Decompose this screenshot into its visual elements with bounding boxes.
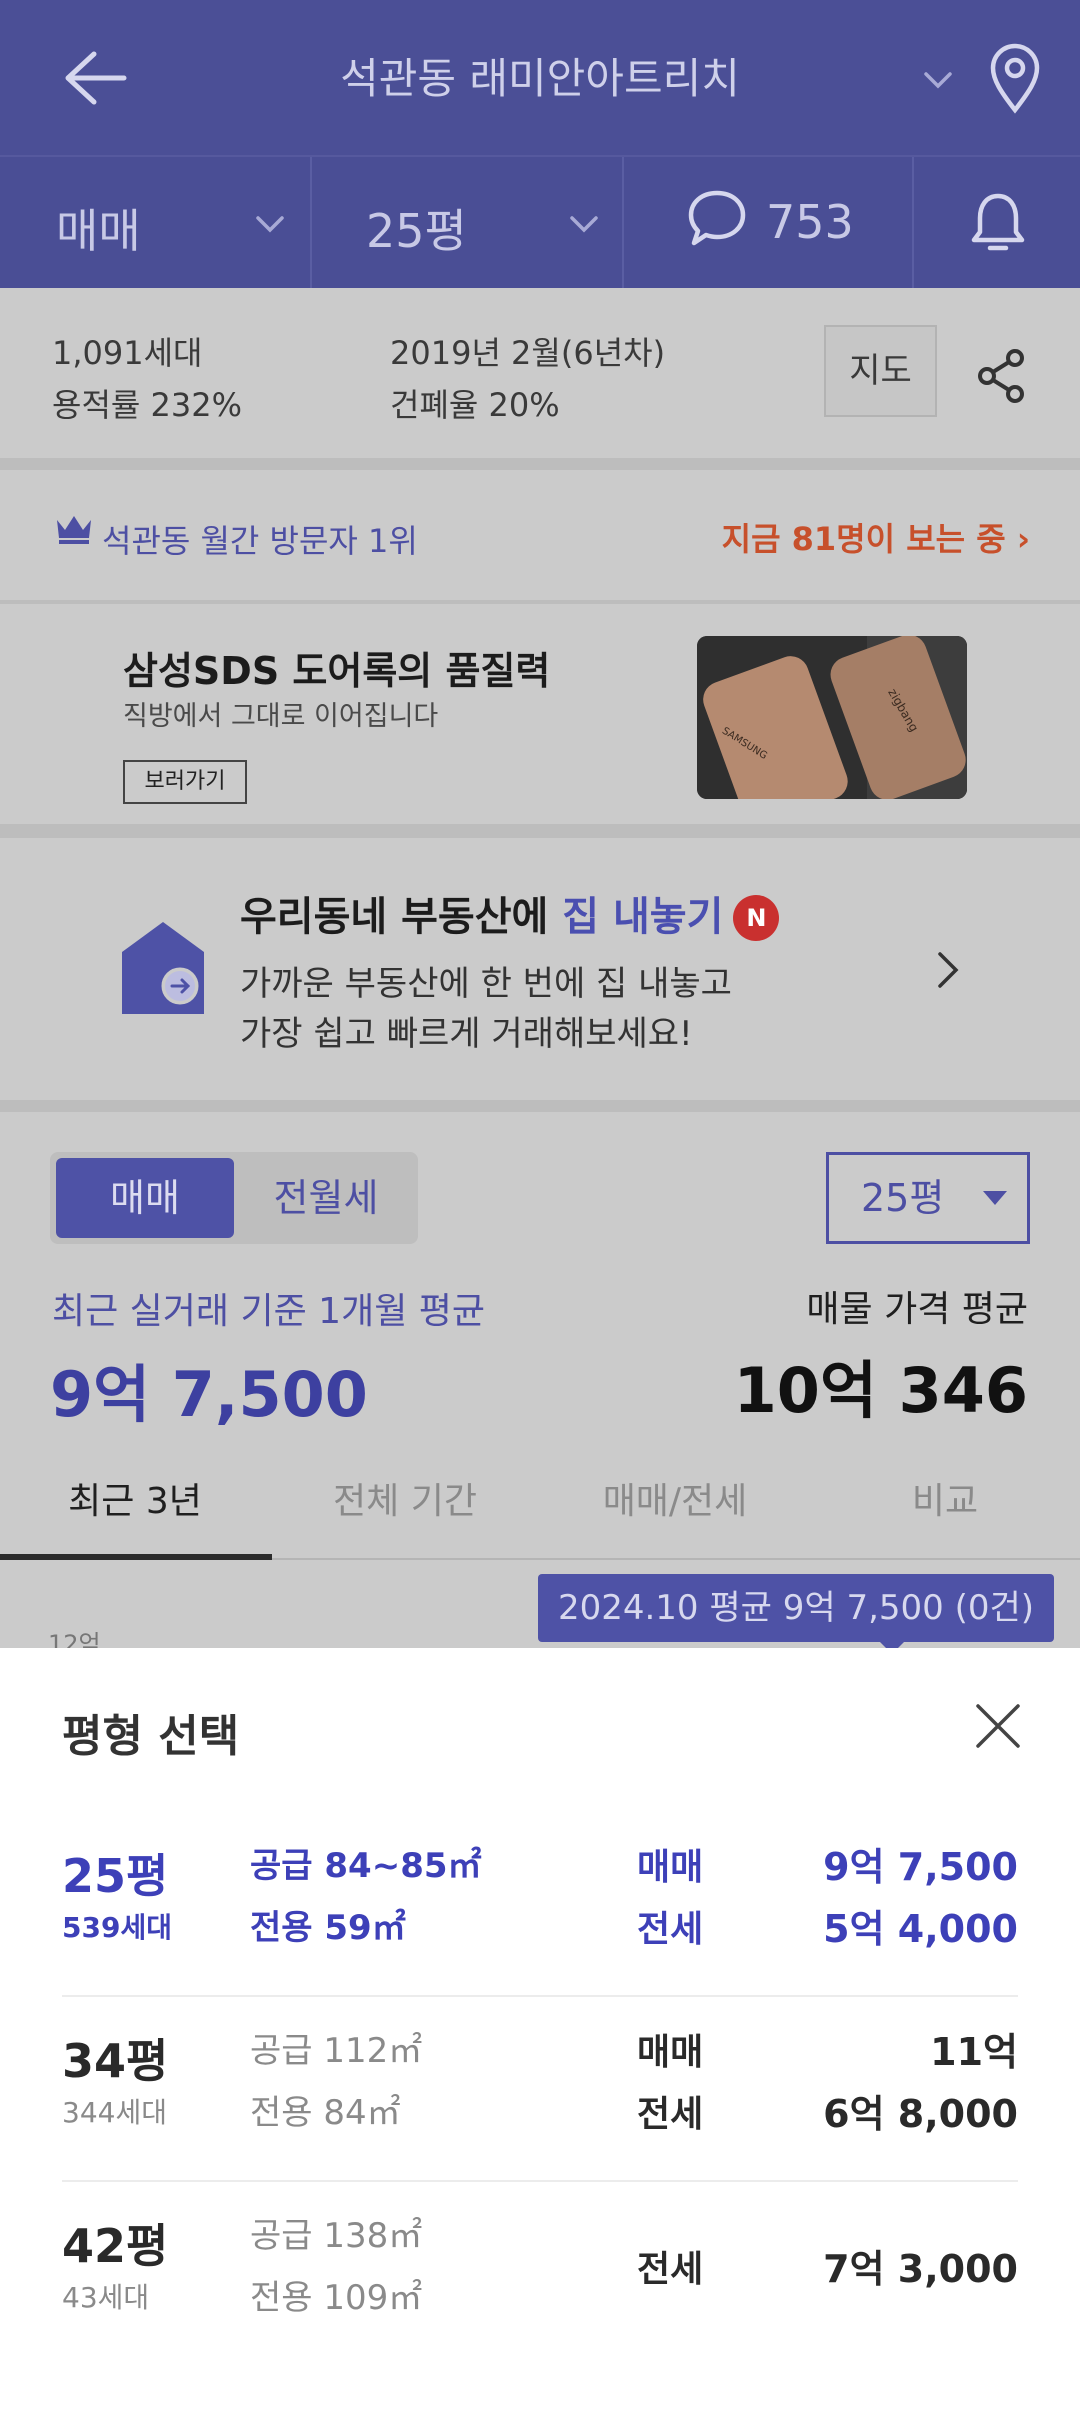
household-count: 539세대	[62, 1911, 172, 1944]
household-count: 344세대	[62, 2096, 167, 2129]
exclusive-area: 전용 84㎡	[250, 2093, 401, 2133]
comment-count: 753	[766, 195, 854, 249]
deal-type-label: 전세	[637, 2094, 704, 2135]
recent-avg-value: 9억 7,500	[50, 1358, 368, 1431]
divider	[0, 458, 1080, 470]
divider	[0, 1100, 1080, 1112]
exclusive-area: 전용 59㎡	[250, 1908, 406, 1948]
size-select-sheet: 평형 선택 25평 539세대 공급 84~85㎡ 전용 59㎡ 매매 전세 9…	[0, 1648, 1080, 2418]
location-pin-icon[interactable]	[985, 40, 1045, 115]
house-upload-icon	[122, 922, 204, 1014]
chart-tooltip: 2024.10 평균 9억 7,500 (0건)	[538, 1574, 1054, 1642]
share-icon[interactable]	[977, 348, 1027, 404]
deal-type-label: 매매	[637, 1847, 704, 1888]
household-count: 43세대	[62, 2281, 150, 2314]
promo-line-2: 가장 쉽고 빠르게 거래해보세요!	[240, 1014, 693, 1054]
live-viewers-text: 지금 81명이 보는 중	[721, 520, 1006, 558]
listing-avg-value: 10억 346	[733, 1354, 1028, 1427]
top-app-bar: 석관동 래미안아트리치	[0, 0, 1080, 155]
new-badge: N	[733, 895, 780, 941]
supply-area: 공급 112㎡	[250, 2031, 423, 2071]
chevron-down-icon	[570, 216, 598, 233]
size-option-42[interactable]: 42평 43세대 공급 138㎡ 전용 109㎡ 전세 7억 3,000	[62, 2182, 1018, 2367]
toggle-sale[interactable]: 매매	[56, 1158, 234, 1238]
map-button[interactable]: 지도	[824, 325, 937, 417]
exclusive-area: 전용 109㎡	[250, 2278, 423, 2318]
caret-down-icon	[983, 1191, 1007, 1205]
visitor-rank-text: 석관동 월간 방문자 1위	[102, 522, 418, 560]
price-section: 매매 전월세 25평 최근 실거래 기준 1개월 평균 9억 7,500 매물 …	[0, 1112, 1080, 1658]
pyeong-label: 25평	[62, 1849, 169, 1903]
supply-area: 공급 84~85㎡	[250, 1846, 482, 1886]
size-filter[interactable]: 25평	[312, 157, 624, 288]
completion-text: 2019년 2월(6년차)	[390, 334, 666, 372]
size-option-34[interactable]: 34평 344세대 공급 112㎡ 전용 84㎡ 매매 전세 11억 6억 8,…	[62, 1997, 1018, 2182]
size-dropdown-value: 25평	[861, 1176, 945, 1220]
ad-headline: 삼성SDS 도어록의 품질력	[123, 649, 551, 693]
active-tab-indicator	[0, 1554, 272, 1560]
listing-avg-label: 매물 가격 평균	[806, 1289, 1028, 1330]
promo-headline: 우리동네 부동산에 집 내놓기 N	[240, 884, 780, 942]
ad-view-button[interactable]: 보러가기	[123, 760, 247, 804]
size-option-25[interactable]: 25평 539세대 공급 84~85㎡ 전용 59㎡ 매매 전세 9억 7,50…	[62, 1812, 1018, 1997]
deal-type-label: 매매	[56, 204, 141, 258]
bell-icon[interactable]	[968, 190, 1028, 258]
pyeong-label: 42평	[62, 2219, 169, 2273]
households-text: 1,091세대	[52, 334, 203, 372]
chevron-right-icon: ›	[1016, 520, 1030, 558]
deal-toggle: 매매 전월세	[50, 1152, 418, 1244]
floor-area-ratio-text: 용적률 232%	[52, 386, 242, 424]
chevron-down-icon[interactable]	[918, 60, 958, 100]
live-viewers-link[interactable]: 지금 81명이 보는 중 ›	[722, 514, 1030, 560]
promo-headline-highlight: 집 내놓기	[562, 894, 724, 940]
tab-compare[interactable]: 비교	[810, 1472, 1080, 1524]
chevron-down-icon	[256, 216, 284, 233]
promo-line-1: 가까운 부동산에 한 번에 집 내놓고	[240, 964, 732, 1004]
price-value: 7억 3,000	[823, 2247, 1018, 2291]
price-value: 9억 7,500	[823, 1845, 1018, 1889]
visitor-banner[interactable]: 석관동 월간 방문자 1위 지금 81명이 보는 중 ›	[0, 470, 1080, 600]
list-house-promo[interactable]: 우리동네 부동산에 집 내놓기 N 가까운 부동산에 한 번에 집 내놓고 가장 …	[0, 838, 1080, 1100]
filter-bar: 매매 25평 753	[0, 155, 1080, 288]
crown-icon	[57, 516, 91, 544]
size-dropdown[interactable]: 25평	[826, 1152, 1030, 1244]
pyeong-label: 34평	[62, 2034, 169, 2088]
price-value: 11억	[930, 2030, 1018, 2074]
price-value: 6억 8,000	[823, 2092, 1018, 2136]
ad-subtext: 직방에서 그대로 이어집니다	[123, 701, 439, 732]
tab-all-period[interactable]: 전체 기간	[270, 1472, 540, 1524]
sheet-title: 평형 선택	[62, 1711, 240, 1762]
chevron-right-icon	[938, 952, 959, 988]
deal-type-label: 전세	[637, 1909, 704, 1950]
doorlock-product-image: SAMSUNG zigbang	[697, 636, 967, 799]
close-icon[interactable]	[972, 1700, 1024, 1752]
tab-recent-3y[interactable]: 최근 3년	[0, 1472, 270, 1524]
deal-type-label: 전세	[637, 2249, 704, 2290]
speech-bubble-icon	[688, 190, 746, 246]
supply-area: 공급 138㎡	[250, 2216, 423, 2256]
recent-avg-label: 최근 실거래 기준 1개월 평균	[52, 1291, 485, 1332]
tab-sale-jeonse[interactable]: 매매/전세	[540, 1472, 810, 1524]
comments-button[interactable]: 753	[624, 157, 914, 288]
size-filter-label: 25평	[366, 204, 467, 258]
deal-type-filter[interactable]: 매매	[0, 157, 312, 288]
deal-type-label: 매매	[637, 2032, 704, 2073]
price-value: 5억 4,000	[823, 1907, 1018, 1951]
toggle-rent[interactable]: 전월세	[240, 1158, 412, 1238]
building-coverage-text: 건폐율 20%	[390, 386, 560, 424]
promo-headline-text: 우리동네 부동산에	[240, 894, 563, 940]
complex-info: 1,091세대 용적률 232% 2019년 2월(6년차) 건폐율 20% 지…	[0, 288, 1080, 458]
divider	[0, 824, 1080, 838]
ad-banner[interactable]: 삼성SDS 도어록의 품질력 직방에서 그대로 이어집니다 보러가기 SAMSU…	[0, 604, 1080, 824]
